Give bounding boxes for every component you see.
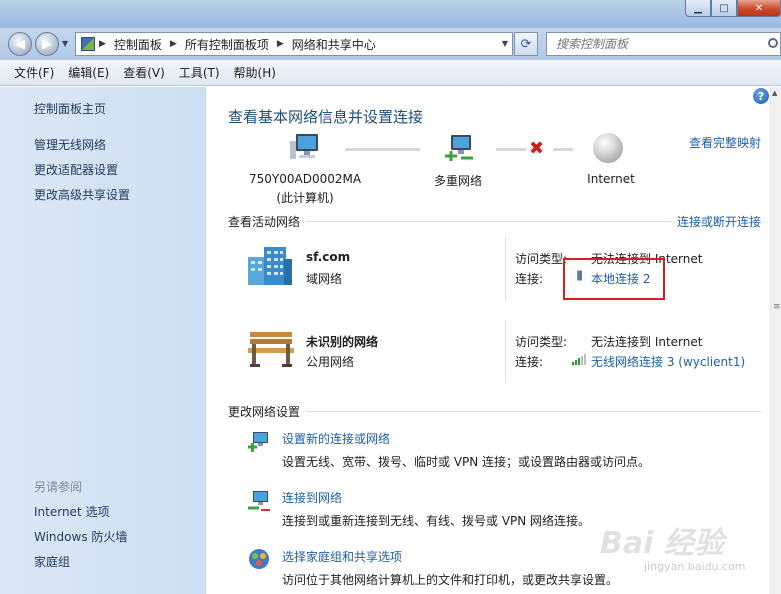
- network-name: 未识别的网络: [306, 335, 379, 349]
- access-type-label: 访问类型:: [515, 335, 568, 349]
- help-icon[interactable]: ?: [753, 88, 769, 104]
- network-type-link[interactable]: 公用网络: [306, 353, 354, 370]
- vertical-scrollbar[interactable]: ▲ ≡: [770, 87, 781, 594]
- minimize-button[interactable]: ▁: [685, 0, 711, 17]
- access-type-label: 访问类型:: [515, 252, 568, 266]
- public-network-bench-icon: [248, 332, 294, 367]
- window-controls: ▁ □ ✕: [685, 0, 781, 17]
- search-box[interactable]: [546, 32, 781, 56]
- setup-new-connection-link[interactable]: 设置新的连接或网络: [282, 430, 390, 447]
- sidebar-item-adapter-settings[interactable]: 更改适配器设置: [34, 161, 118, 178]
- menu-tools[interactable]: 工具(T): [172, 64, 227, 81]
- arrow-right-icon: ▶: [42, 36, 52, 52]
- arrow-left-icon: ◀: [15, 36, 25, 52]
- homegroup-sharing-icon: [249, 549, 269, 569]
- sidebar-item-manage-wireless[interactable]: 管理无线网络: [34, 136, 106, 153]
- sidebar-item-control-panel-home[interactable]: 控制面板主页: [34, 100, 106, 117]
- change-settings-title: 更改网络设置: [228, 405, 301, 419]
- view-full-map-link[interactable]: 查看完整映射: [689, 134, 761, 151]
- chevron-right-icon[interactable]: ▶: [277, 39, 284, 49]
- window-titlebar: ▁ □ ✕: [0, 0, 781, 28]
- breadcrumb-control-panel[interactable]: 控制面板: [114, 36, 162, 53]
- wireless-signal-icon: [572, 354, 586, 365]
- refresh-button[interactable]: ⟳: [514, 32, 538, 56]
- control-panel-icon: [81, 37, 95, 51]
- connect-to-network-link[interactable]: 连接到网络: [282, 489, 342, 506]
- access-type-value: 无法连接到 Internet: [591, 335, 703, 349]
- menu-bar: 文件(F) 编辑(E) 查看(V) 工具(T) 帮助(H): [0, 60, 781, 86]
- chevron-right-icon[interactable]: ▶: [99, 39, 106, 49]
- scroll-up-arrow-icon[interactable]: ▲: [772, 89, 777, 97]
- map-connector-line: [345, 148, 420, 151]
- connection-label: 连接:: [515, 272, 544, 286]
- breadcrumb-all-items[interactable]: 所有控制面板项: [185, 36, 269, 53]
- menu-edit[interactable]: 编辑(E): [61, 64, 116, 81]
- homegroup-sharing-link[interactable]: 选择家庭组和共享选项: [282, 548, 402, 565]
- multiple-networks-label: 多重网络: [433, 174, 482, 188]
- wireless-connection-link[interactable]: 无线网络连接 3 (wyclient1): [591, 353, 745, 370]
- section-divider: [306, 411, 761, 412]
- menu-file[interactable]: 文件(F): [7, 64, 61, 81]
- page-title: 查看基本网络信息并设置连接: [228, 108, 424, 126]
- highlight-annotation-box: [563, 258, 665, 300]
- recent-pages-dropdown[interactable]: ▼: [62, 39, 68, 48]
- section-divider: [306, 221, 671, 222]
- new-connection-icon: [248, 432, 268, 452]
- baidu-watermark: Bai 经验: [600, 526, 724, 561]
- internet-globe-icon[interactable]: [593, 133, 623, 163]
- navigation-bar: ◀ ▶ ▼ ▶ 控制面板 ▶ 所有控制面板项 ▶ 网络和共享中心 ▼ ⟳: [0, 28, 781, 60]
- search-input[interactable]: [556, 37, 756, 51]
- sidebar-item-internet-options[interactable]: Internet 选项: [34, 503, 109, 520]
- network-name: sf.com: [306, 250, 351, 264]
- disconnected-x-icon: ✖: [529, 138, 545, 159]
- computer-sub-label: (此计算机): [276, 191, 334, 205]
- computer-icon[interactable]: [290, 133, 322, 161]
- scroll-thumb[interactable]: ≡: [773, 301, 781, 313]
- maximize-button[interactable]: □: [711, 0, 737, 17]
- connect-to-network-icon: [248, 491, 270, 511]
- baidu-watermark-url: jingyan.baidu.com: [644, 560, 746, 573]
- forward-button[interactable]: ▶: [35, 32, 59, 56]
- map-connector-line: [553, 148, 573, 151]
- network-divider: [505, 320, 506, 383]
- network-divider: [505, 237, 506, 300]
- task-description: 设置无线、宽带、拨号、临时或 VPN 连接；或设置路由器或访问点。: [282, 455, 651, 469]
- search-icon[interactable]: [768, 38, 778, 48]
- sidebar-item-homegroup[interactable]: 家庭组: [34, 553, 70, 570]
- domain-network-buildings-icon: [248, 247, 292, 285]
- connect-disconnect-link[interactable]: 连接或断开连接: [677, 213, 761, 230]
- sidebar-item-advanced-sharing[interactable]: 更改高级共享设置: [34, 186, 130, 203]
- network-type-link[interactable]: 域网络: [306, 270, 342, 287]
- map-connector-line: [496, 148, 526, 151]
- task-description: 连接到或重新连接到无线、有线、拨号或 VPN 网络连接。: [282, 514, 591, 528]
- task-description: 访问位于其他网络计算机上的文件和打印机，或更改共享设置。: [282, 573, 619, 587]
- menu-help[interactable]: 帮助(H): [227, 64, 283, 81]
- multiple-networks-icon[interactable]: [443, 134, 475, 162]
- computer-name: 750Y00AD0002MA: [249, 172, 362, 186]
- active-networks-title: 查看活动网络: [228, 215, 301, 229]
- address-dropdown[interactable]: ▼: [502, 39, 508, 48]
- chevron-right-icon[interactable]: ▶: [170, 39, 177, 49]
- sidebar-item-windows-firewall[interactable]: Windows 防火墙: [34, 528, 127, 545]
- menu-view[interactable]: 查看(V): [116, 64, 172, 81]
- breadcrumb-network-center[interactable]: 网络和共享中心: [292, 36, 376, 53]
- internet-label: Internet: [587, 172, 635, 186]
- see-also-header: 另请参阅: [34, 480, 83, 494]
- connection-label: 连接:: [515, 355, 544, 369]
- back-button[interactable]: ◀: [8, 32, 32, 56]
- address-bar[interactable]: ▶ 控制面板 ▶ 所有控制面板项 ▶ 网络和共享中心 ▼: [75, 32, 513, 56]
- close-button[interactable]: ✕: [737, 0, 781, 17]
- refresh-icon: ⟳: [520, 36, 532, 52]
